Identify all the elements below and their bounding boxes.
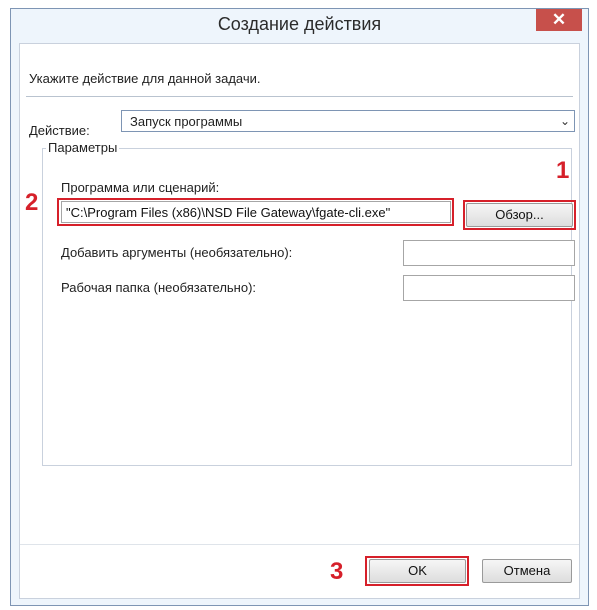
parameters-group (42, 148, 572, 466)
annotation-number-3: 3 (330, 558, 344, 585)
footer-divider (20, 544, 579, 545)
close-button[interactable]: ✕ (536, 9, 582, 31)
highlight-box-2 (57, 198, 454, 226)
program-label: Программа или сценарий: (61, 180, 220, 195)
highlight-box-3 (365, 556, 469, 586)
action-select-value: Запуск программы (130, 114, 243, 129)
arguments-label: Добавить аргументы (необязательно): (61, 245, 293, 260)
highlight-box-1 (463, 200, 576, 230)
dialog-window: Создание действия ✕ Укажите действие для… (10, 8, 589, 606)
annotation-number-1: 1 (556, 157, 570, 184)
working-folder-label: Рабочая папка (необязательно): (61, 280, 257, 295)
working-folder-input[interactable] (403, 275, 575, 301)
parameters-legend: Параметры (46, 140, 120, 155)
arguments-input[interactable] (403, 240, 575, 266)
action-select[interactable]: Запуск программы ⌄ (121, 110, 575, 132)
title-bar[interactable]: Создание действия ✕ (11, 9, 588, 41)
chevron-down-icon[interactable]: ⌄ (560, 114, 570, 128)
instruction-divider (26, 96, 573, 97)
window-title: Создание действия (217, 14, 382, 34)
annotation-number-2: 2 (25, 189, 39, 216)
cancel-button[interactable]: Отмена (482, 559, 572, 583)
instruction-text: Укажите действие для данной задачи. (29, 71, 261, 86)
action-label: Действие: (29, 123, 90, 138)
dialog-client-area: Укажите действие для данной задачи. Дейс… (19, 43, 580, 599)
